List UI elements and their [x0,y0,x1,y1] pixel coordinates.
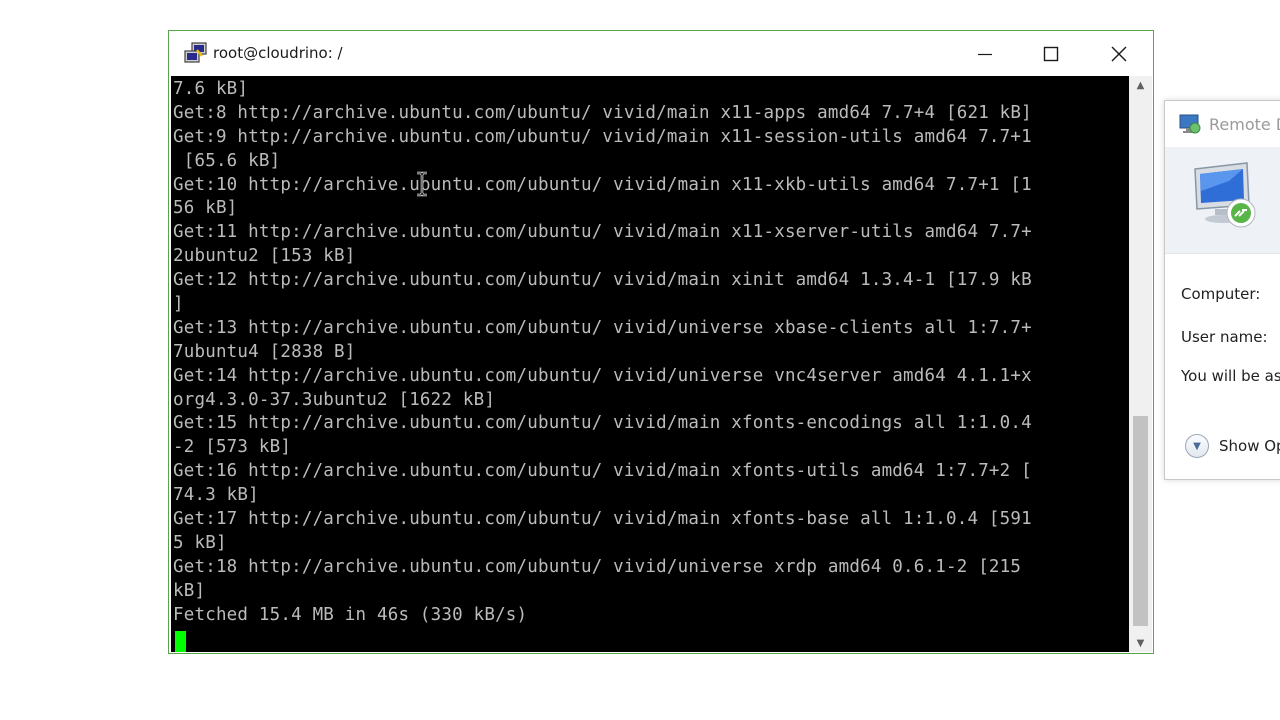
putty-icon [184,42,207,63]
terminal-line: Get:9 http://archive.ubuntu.com/ubuntu/ … [173,126,1032,147]
terminal-line: Get:18 http://archive.ubuntu.com/ubuntu/… [173,556,1022,577]
close-button[interactable] [1085,31,1153,76]
show-options-label: Show Op [1219,437,1280,455]
terminal-line: ] [173,294,184,315]
terminal-line: Get:13 http://archive.ubuntu.com/ubuntu/… [173,317,1032,338]
vertical-scrollbar[interactable]: ▲ ▼ [1129,76,1152,652]
minimize-icon [978,53,992,55]
terminal-titlebar[interactable]: root@cloudrino: / [169,31,1153,76]
terminal-line: kB] [173,580,206,601]
remote-desktop-banner [1165,147,1280,254]
remote-desktop-app-icon [1179,114,1201,134]
terminal-line: Get:11 http://archive.ubuntu.com/ubuntu/… [173,222,1032,243]
terminal-line: Fetched 15.4 MB in 46s (330 kB/s) [173,604,528,625]
terminal-lines: 7.6 kB] Get:8 http://archive.ubuntu.com/u… [173,78,1032,627]
terminal-line: 74.3 kB] [173,485,259,506]
text-cursor-icon [417,171,427,197]
remote-desktop-titlebar[interactable]: Remote D [1165,101,1280,147]
terminal-line: 7ubuntu4 [2838 B] [173,341,356,362]
show-options-button[interactable]: ▼ Show Op [1185,434,1280,458]
terminal-line: Get:10 http://archive.ubuntu.com/ubuntu/… [173,174,1032,195]
window-title: root@cloudrino: / [213,44,343,62]
maximize-icon [1043,46,1059,61]
terminal-window[interactable]: root@cloudrino: / 7.6 kB] Get:8 http://ar… [168,30,1154,654]
terminal-line: Get:12 http://archive.ubuntu.com/ubuntu/… [173,270,1032,291]
username-label: User name: [1181,328,1268,346]
terminal-line: [65.6 kB] [173,150,281,171]
terminal-line: Get:8 http://archive.ubuntu.com/ubuntu/ … [173,102,1032,123]
terminal-cursor [175,631,186,652]
chevron-down-icon: ▼ [1136,637,1145,649]
terminal-line: Get:14 http://archive.ubuntu.com/ubuntu/… [173,365,1032,386]
terminal-line: 56 kB] [173,198,238,219]
terminal-line: Get:16 http://archive.ubuntu.com/ubuntu/… [173,461,1032,482]
terminal-line: -2 [573 kB] [173,437,292,458]
terminal-line: 2ubuntu2 [153 kB] [173,246,356,267]
minimize-button[interactable] [951,31,1019,76]
chevron-down-icon: ▼ [1185,434,1209,458]
monitor-connection-icon [1194,162,1256,228]
terminal-line: 5 kB] [173,532,227,553]
terminal-output[interactable]: 7.6 kB] Get:8 http://archive.ubuntu.com/u… [171,76,1129,652]
info-text: You will be ask [1181,367,1280,385]
computer-label: Computer: [1181,285,1261,303]
maximize-button[interactable] [1017,31,1085,76]
scroll-up-button[interactable]: ▲ [1129,76,1152,94]
scroll-up-icon: ▲ [1136,79,1145,91]
terminal-line: org4.3.0-37.3ubuntu2 [1622 kB] [173,389,496,410]
close-icon [1111,46,1127,61]
terminal-line: Get:17 http://archive.ubuntu.com/ubuntu/… [173,509,1032,530]
terminal-line: 7.6 kB] [173,79,249,99]
remote-desktop-window[interactable]: Remote D Computer: User name: You will b… [1164,100,1280,480]
scrollbar-thumb[interactable] [1133,416,1148,626]
remote-desktop-title: Remote D [1209,114,1280,134]
terminal-line: Get:15 http://archive.ubuntu.com/ubuntu/… [173,413,1032,434]
scroll-down-button[interactable]: ▼ [1129,634,1152,652]
